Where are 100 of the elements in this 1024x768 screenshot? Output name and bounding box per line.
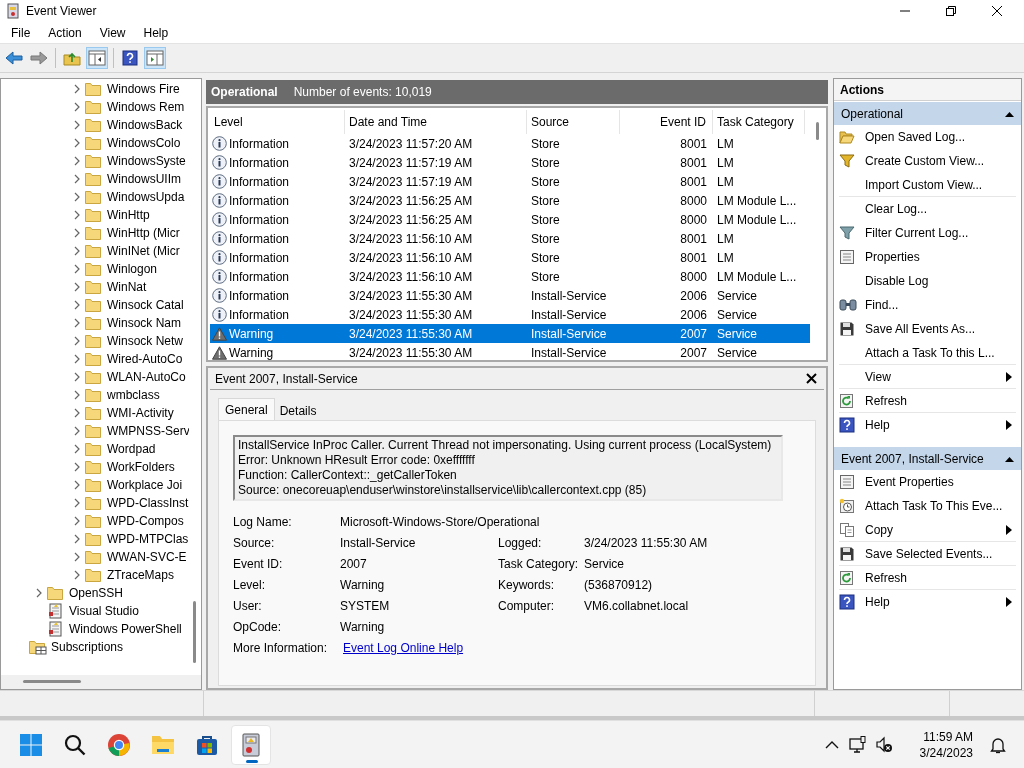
- tree-item[interactable]: WinINet (Micr: [1, 242, 189, 260]
- command-item[interactable]: Open Saved Log...: [834, 125, 1021, 149]
- tree-item[interactable]: WPD-Compos: [1, 512, 189, 530]
- table-cell-text: Information: [229, 287, 290, 305]
- table-row[interactable]: Information 3/24/2023 11:55:30 AM Install-Service 2006 Service: [210, 305, 810, 324]
- command-item[interactable]: Create Custom View...: [834, 149, 1021, 173]
- tree-item[interactable]: Wordpad: [1, 440, 189, 458]
- tree-item[interactable]: wmbclass: [1, 386, 189, 404]
- refresh-icon: [839, 570, 855, 586]
- command-item[interactable]: Copy: [834, 518, 1021, 542]
- table-row[interactable]: Information 3/24/2023 11:57:19 AM Store 8001 LM: [210, 153, 810, 172]
- tree-item[interactable]: Winsock Netw: [1, 332, 189, 350]
- folder-icon: [85, 442, 101, 456]
- table-row[interactable]: Warning 3/24/2023 11:55:30 AM Install-Service 2007 Service: [210, 343, 810, 362]
- tree-item[interactable]: ZTraceMaps: [1, 566, 189, 584]
- command-item[interactable]: Filter Current Log...: [834, 221, 1021, 245]
- funnel-icon: [839, 225, 855, 241]
- scrollbar-thumb[interactable]: [193, 601, 196, 663]
- tree-item[interactable]: Windows Rem: [1, 98, 189, 116]
- clock-time[interactable]: 11:59 AM: [923, 728, 973, 745]
- table-cell-text: LM Module L...: [717, 268, 797, 286]
- submenu-arrow-icon: [1006, 525, 1012, 535]
- command-item[interactable]: Clear Log...: [834, 197, 1021, 221]
- tree-item[interactable]: WindowsBack: [1, 116, 189, 134]
- table-row[interactable]: Information 3/24/2023 11:55:30 AM Install-Service 2006 Service: [210, 286, 810, 305]
- tree-item[interactable]: Winlogon: [1, 260, 189, 278]
- tree-item[interactable]: WMI-Activity: [1, 404, 189, 422]
- tree-item[interactable]: WWAN-SVC-E: [1, 548, 189, 566]
- column-header[interactable]: Date and Time: [345, 110, 527, 134]
- folder-icon: [85, 316, 101, 330]
- table-row[interactable]: Information 3/24/2023 11:56:10 AM Store 8001 LM: [210, 229, 810, 248]
- tree-item[interactable]: Windows PowerShell: [1, 620, 189, 638]
- column-header[interactable]: Level: [210, 110, 345, 134]
- description-line: InstallService InProc Caller. Current Thread not impersonating. Using current process (LocalSystem): [238, 438, 773, 453]
- command-item[interactable]: Attach Task To This Eve...: [834, 494, 1021, 518]
- command-item[interactable]: View: [834, 365, 1021, 389]
- network-icon: [849, 735, 867, 754]
- command-item[interactable]: Save Selected Events...: [834, 542, 1021, 566]
- folder-icon: [47, 586, 63, 600]
- scrollbar-thumb[interactable]: [816, 122, 819, 140]
- tree-item[interactable]: WinNat: [1, 278, 189, 296]
- tree-item[interactable]: WinHttp (Micr: [1, 224, 189, 242]
- tree-item[interactable]: OpenSSH: [1, 584, 189, 602]
- tree-item[interactable]: WindowsSyste: [1, 152, 189, 170]
- tree-item[interactable]: WMPNSS-Serv: [1, 422, 189, 440]
- command-item[interactable]: Find...: [834, 293, 1021, 317]
- tree-item[interactable]: Visual Studio: [1, 602, 189, 620]
- tree-item[interactable]: Workplace Joi: [1, 476, 189, 494]
- scrollbar-thumb[interactable]: [23, 680, 81, 683]
- help-button[interactable]: [119, 47, 141, 69]
- table-row[interactable]: Information 3/24/2023 11:57:19 AM Store 8001 LM: [210, 172, 810, 191]
- menu-item[interactable]: Help: [134, 23, 178, 42]
- command-item[interactable]: Event Properties: [834, 470, 1021, 494]
- command-item[interactable]: Help: [834, 590, 1021, 614]
- tree-item[interactable]: WorkFolders: [1, 458, 189, 476]
- table-cell-text: Warning: [229, 344, 274, 362]
- table-row[interactable]: Information 3/24/2023 11:56:10 AM Store 8001 LM: [210, 248, 810, 267]
- column-header[interactable]: Event ID: [620, 110, 713, 134]
- column-header[interactable]: Task Category: [713, 110, 805, 134]
- tree-item[interactable]: Wired-AutoCo: [1, 350, 189, 368]
- folder-icon: [85, 244, 101, 258]
- tree-item[interactable]: Winsock Catal: [1, 296, 189, 314]
- section-header[interactable]: Operational: [834, 102, 1021, 125]
- tree-item[interactable]: WPD-ClassInst: [1, 494, 189, 512]
- table-row[interactable]: Information 3/24/2023 11:56:25 AM Store 8000 LM Module L...: [210, 210, 810, 229]
- clock-date[interactable]: 3/24/2023: [919, 744, 973, 761]
- folder-icon: [85, 100, 101, 114]
- command-item[interactable]: Disable Log: [834, 269, 1021, 293]
- column-header[interactable]: Source: [527, 110, 620, 134]
- command-item[interactable]: Import Custom View...: [834, 173, 1021, 197]
- command-item[interactable]: Properties: [834, 245, 1021, 269]
- table-row[interactable]: Information 3/24/2023 11:56:10 AM Store 8000 LM Module L...: [210, 267, 810, 286]
- table-row[interactable]: Information 3/24/2023 11:56:25 AM Store 8000 LM Module L...: [210, 191, 810, 210]
- tree-item[interactable]: Windows Fire: [1, 80, 189, 98]
- command-item[interactable]: Help: [834, 413, 1021, 437]
- command-item[interactable]: Refresh: [834, 389, 1021, 413]
- tree-item[interactable]: WindowsColo: [1, 134, 189, 152]
- field-value: SYSTEM: [340, 597, 391, 615]
- table-row[interactable]: Information 3/24/2023 11:57:20 AM Store 8001 LM: [210, 134, 810, 153]
- section-header[interactable]: Event 2007, Install-Service: [834, 447, 1021, 470]
- command-item[interactable]: Refresh: [834, 566, 1021, 590]
- field-value: Warning: [340, 618, 386, 636]
- command-item[interactable]: Attach a Task To this L...: [834, 341, 1021, 365]
- pane-toggle-button[interactable]: [144, 47, 166, 69]
- tree-item[interactable]: WindowsUIIm: [1, 170, 189, 188]
- help-link[interactable]: Event Log Online Help: [343, 640, 464, 655]
- tree-item[interactable]: Winsock Nam: [1, 314, 189, 332]
- table-row[interactable]: Warning 3/24/2023 11:55:30 AM Install-Service 2007 Service: [210, 324, 810, 343]
- menu-item[interactable]: File: [2, 23, 40, 42]
- table-cell-text: Store: [531, 230, 560, 248]
- command-item[interactable]: Save All Events As...: [834, 317, 1021, 341]
- tree-item[interactable]: WLAN-AutoCo: [1, 368, 189, 386]
- tree-item[interactable]: WPD-MTPClas: [1, 530, 189, 548]
- menu-item[interactable]: View: [90, 23, 135, 42]
- tree-item[interactable]: WindowsUpda: [1, 188, 189, 206]
- menu-item[interactable]: Action: [39, 23, 91, 42]
- tree-item[interactable]: Subscriptions: [1, 638, 189, 656]
- tree-item[interactable]: WinHttp: [1, 206, 189, 224]
- pane-toggle-button[interactable]: [86, 47, 108, 69]
- tab[interactable]: General: [218, 398, 275, 420]
